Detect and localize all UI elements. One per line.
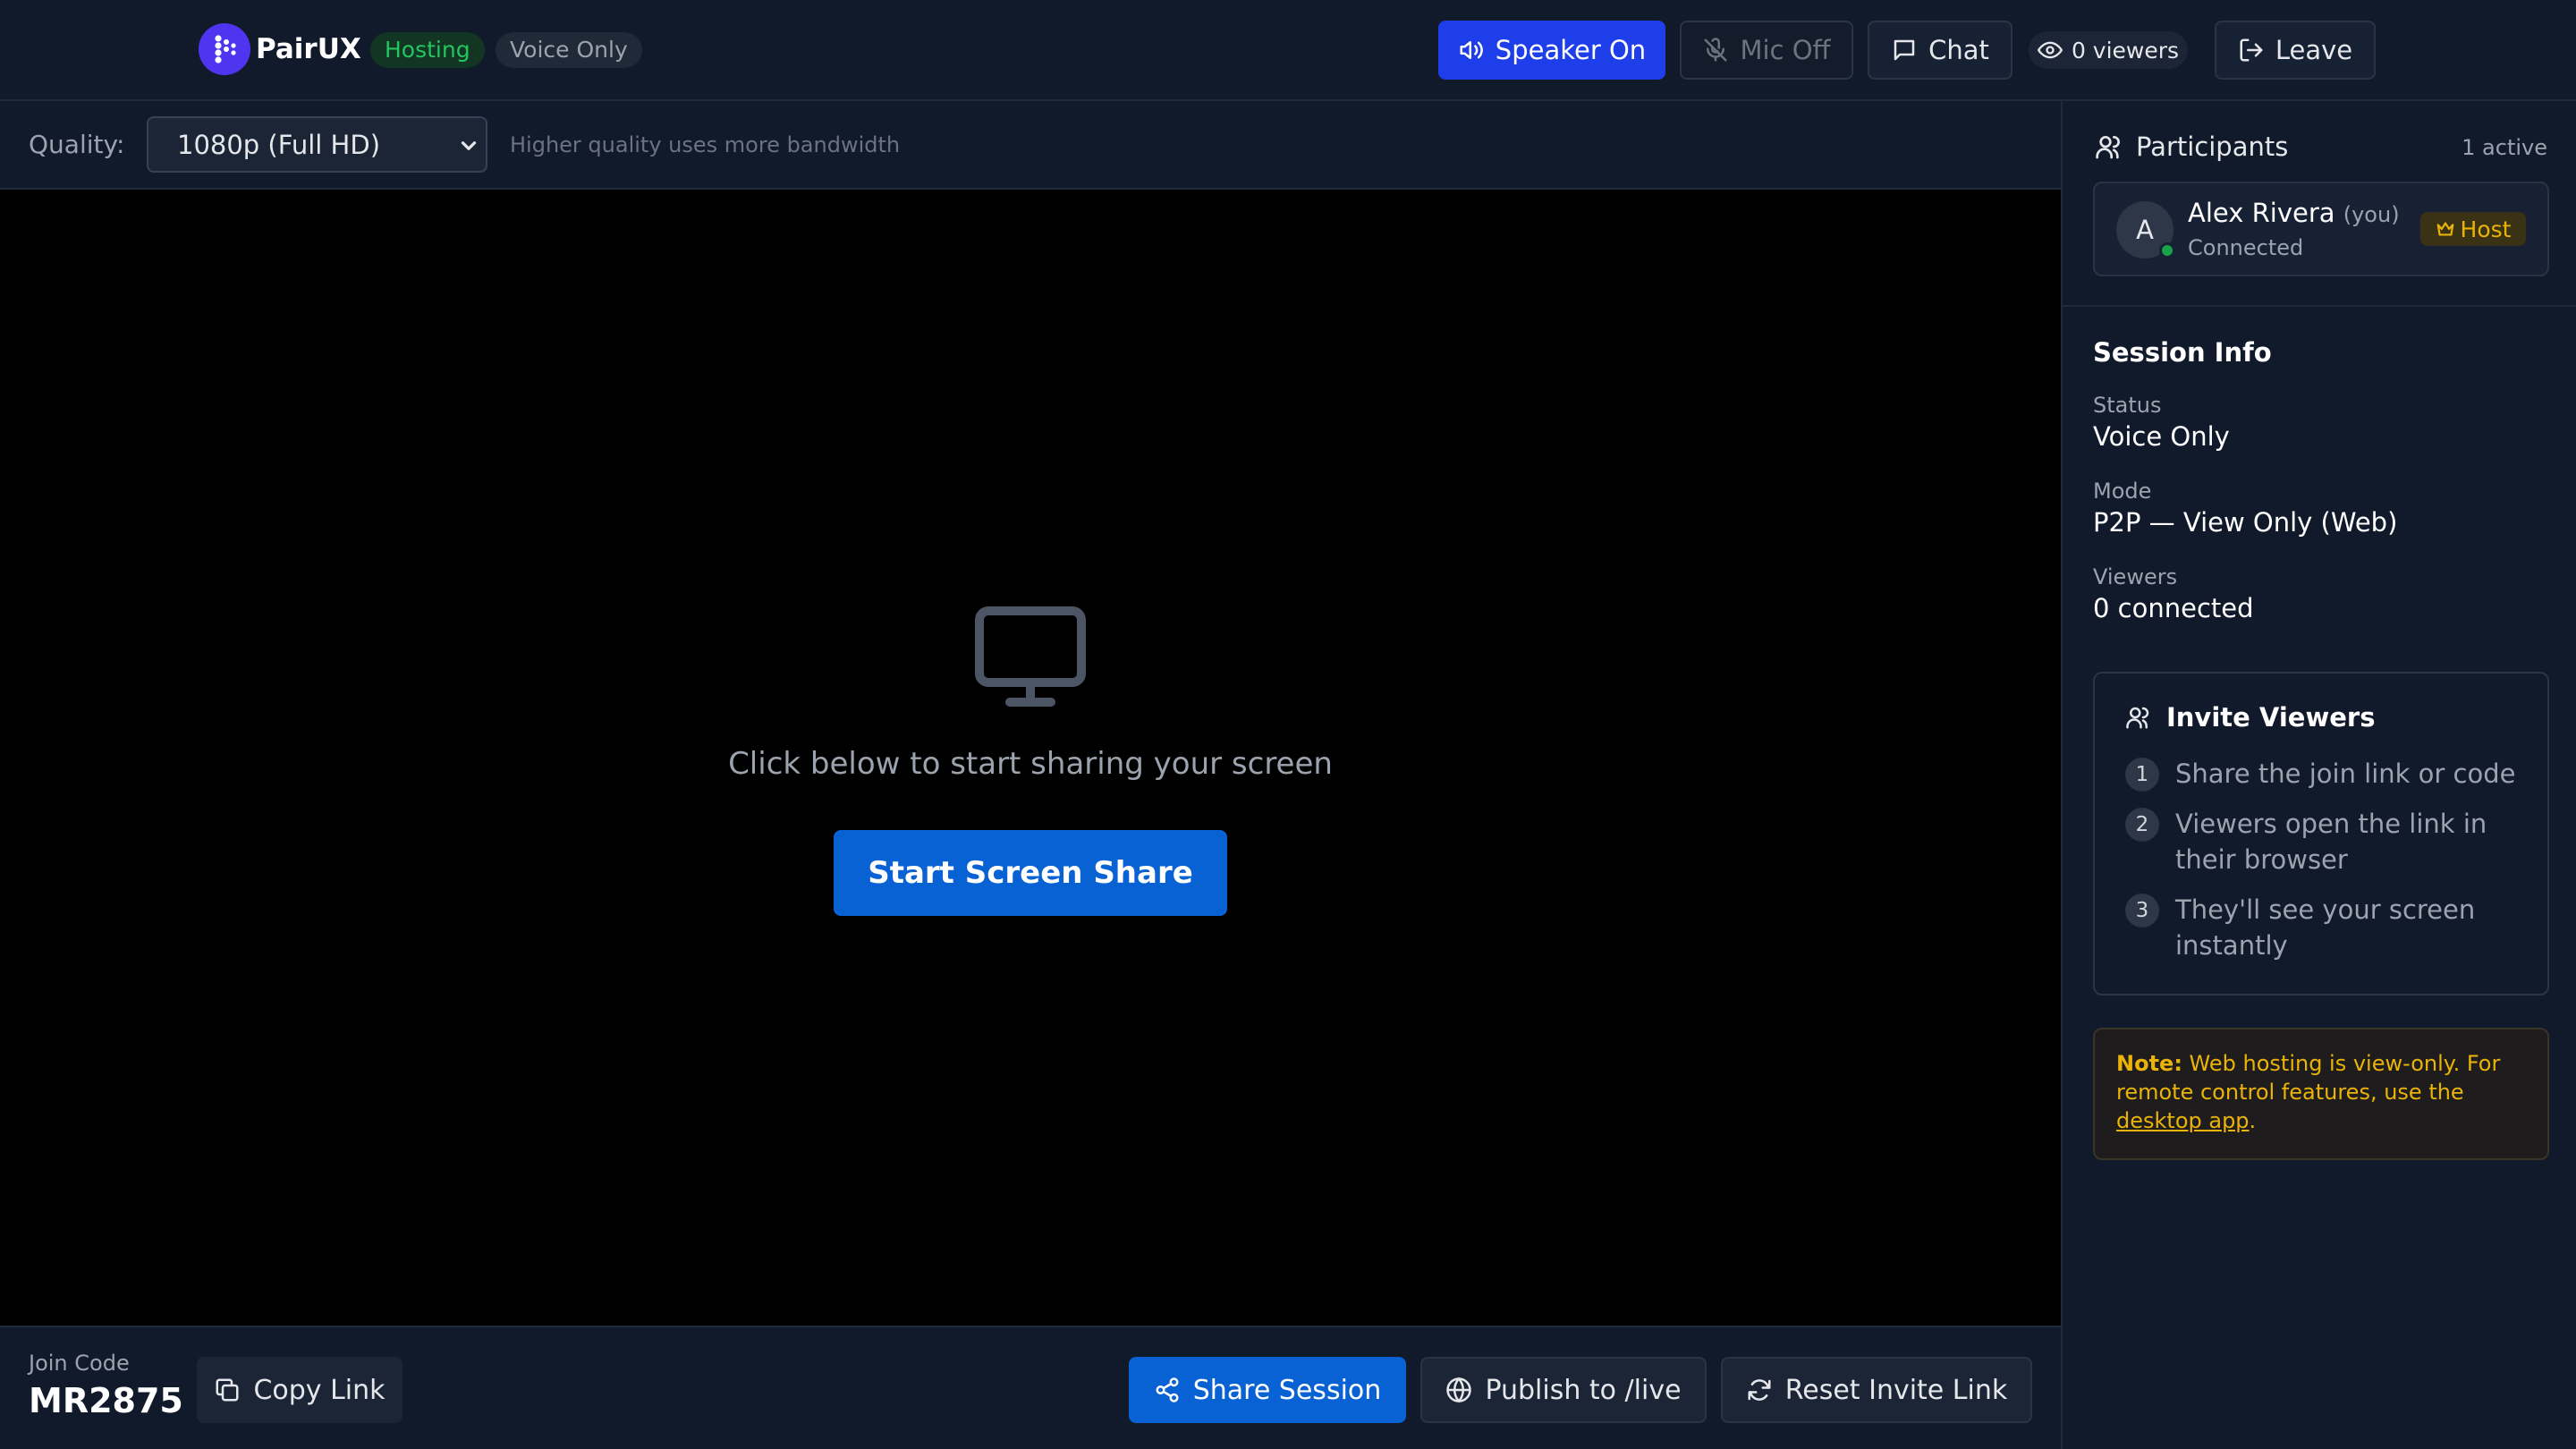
top-bar: PairUX Hosting Voice Only Speaker On Mic…: [0, 0, 2576, 101]
eye-icon: [2037, 41, 2063, 59]
screen-share-stage: Click below to start sharing your screen…: [0, 190, 2061, 1326]
globe-icon: [1446, 1377, 1472, 1403]
app-name: PairUX: [256, 33, 361, 65]
users-icon: [2126, 707, 2149, 729]
viewers-label: Viewers: [2093, 564, 2178, 589]
invite-title-text: Invite Viewers: [2166, 702, 2376, 733]
voice-only-badge: Voice Only: [496, 32, 642, 68]
sidebar-divider: [2063, 305, 2576, 307]
host-label: Host: [2460, 216, 2512, 242]
desktop-app-link[interactable]: desktop app: [2116, 1108, 2250, 1133]
users-icon: [2096, 136, 2120, 159]
participants-active-count: 1 active: [2462, 135, 2547, 160]
step-number: 1: [2125, 758, 2159, 792]
mic-off-icon: [1704, 38, 1727, 62]
participant-name: Alex Rivera (you): [2188, 198, 2400, 228]
quality-selected-value: 1080p (Full HD): [177, 129, 381, 160]
step-text: Viewers open the link in their browser: [2175, 809, 2487, 875]
copy-link-label: Copy Link: [253, 1374, 386, 1406]
speaker-icon: [1460, 41, 1483, 59]
note-prefix: Note:: [2116, 1051, 2182, 1076]
status-value: Voice Only: [2093, 421, 2230, 452]
participant-status: Connected: [2188, 235, 2304, 260]
join-code-label: Join Code: [29, 1351, 130, 1376]
chat-label: Chat: [1928, 35, 1989, 65]
chat-icon: [1894, 39, 1915, 61]
crown-icon: [2436, 222, 2453, 236]
share-session-button[interactable]: Share Session: [1129, 1357, 1406, 1423]
copy-link-button[interactable]: Copy Link: [197, 1357, 402, 1423]
publish-label: Publish to /live: [1485, 1374, 1682, 1406]
participants-header: Participants: [2095, 131, 2288, 162]
participants-title: Participants: [2136, 131, 2289, 162]
copy-icon: [216, 1378, 239, 1402]
bottom-bar: Join Code MR2875 Copy Link Share Session…: [0, 1326, 2061, 1449]
reset-invite-link-button[interactable]: Reset Invite Link: [1721, 1357, 2032, 1423]
invite-viewers-card: Invite Viewers 1 Share the join link or …: [2093, 672, 2549, 996]
invite-title: Invite Viewers: [2125, 702, 2375, 733]
quality-select[interactable]: 1080p (Full HD): [147, 116, 487, 173]
mode-value: P2P — View Only (Web): [2093, 507, 2398, 538]
mic-toggle-button[interactable]: Mic Off: [1680, 21, 1853, 80]
speaker-label: Speaker On: [1495, 35, 1647, 65]
leave-label: Leave: [2275, 35, 2353, 65]
speaker-toggle-button[interactable]: Speaker On: [1438, 21, 1665, 80]
publish-live-button[interactable]: Publish to /live: [1420, 1357, 1707, 1423]
viewer-count-pill: 0 viewers: [2029, 31, 2188, 69]
step-text: They'll see your screen instantly: [2175, 894, 2476, 961]
logout-icon: [2240, 38, 2263, 62]
step-number: 3: [2125, 894, 2159, 928]
leave-button[interactable]: Leave: [2215, 21, 2376, 80]
app-logo[interactable]: PairUX: [199, 23, 361, 75]
quality-hint: Higher quality uses more bandwidth: [510, 132, 901, 157]
step-text: Share the join link or code: [2175, 758, 2516, 789]
participant-name-text: Alex Rivera: [2188, 198, 2335, 228]
status-label: Status: [2093, 393, 2162, 418]
mic-label: Mic Off: [1740, 35, 1831, 65]
quality-bar: Quality: 1080p (Full HD) Higher quality …: [0, 101, 2061, 190]
start-screen-share-button[interactable]: Start Screen Share: [834, 830, 1227, 916]
stage-message: Click below to start sharing your screen: [728, 746, 1333, 782]
share-session-label: Share Session: [1192, 1374, 1382, 1406]
online-status-dot: [2159, 242, 2175, 258]
pairux-logo-icon: [199, 23, 250, 75]
participant-card: A Alex Rivera (you) Connected Host: [2093, 182, 2549, 276]
host-badge: Host: [2420, 212, 2526, 246]
quality-label: Quality:: [29, 130, 125, 159]
hosting-badge: Hosting: [370, 32, 485, 68]
step-number: 2: [2125, 808, 2159, 842]
refresh-icon: [1748, 1379, 1771, 1401]
participant-you-label: (you): [2343, 202, 2400, 227]
chevron-down-icon: [461, 141, 477, 150]
reset-link-label: Reset Invite Link: [1784, 1374, 2008, 1406]
chat-button[interactable]: Chat: [1868, 21, 2012, 80]
mode-label: Mode: [2093, 479, 2152, 504]
join-code-value: MR2875: [29, 1381, 183, 1420]
web-hosting-note: Note: Web hosting is view-only. For remo…: [2093, 1028, 2549, 1160]
right-sidebar: Participants 1 active A Alex Rivera (you…: [2061, 101, 2576, 1449]
session-info-title: Session Info: [2093, 337, 2272, 368]
share-icon: [1156, 1377, 1179, 1402]
viewer-count: 0 viewers: [2071, 37, 2180, 64]
viewers-value: 0 connected: [2093, 593, 2254, 623]
monitor-icon: [975, 606, 1086, 707]
note-suffix: .: [2249, 1108, 2257, 1133]
app-window: PairUX Hosting Voice Only Speaker On Mic…: [0, 0, 2576, 1449]
